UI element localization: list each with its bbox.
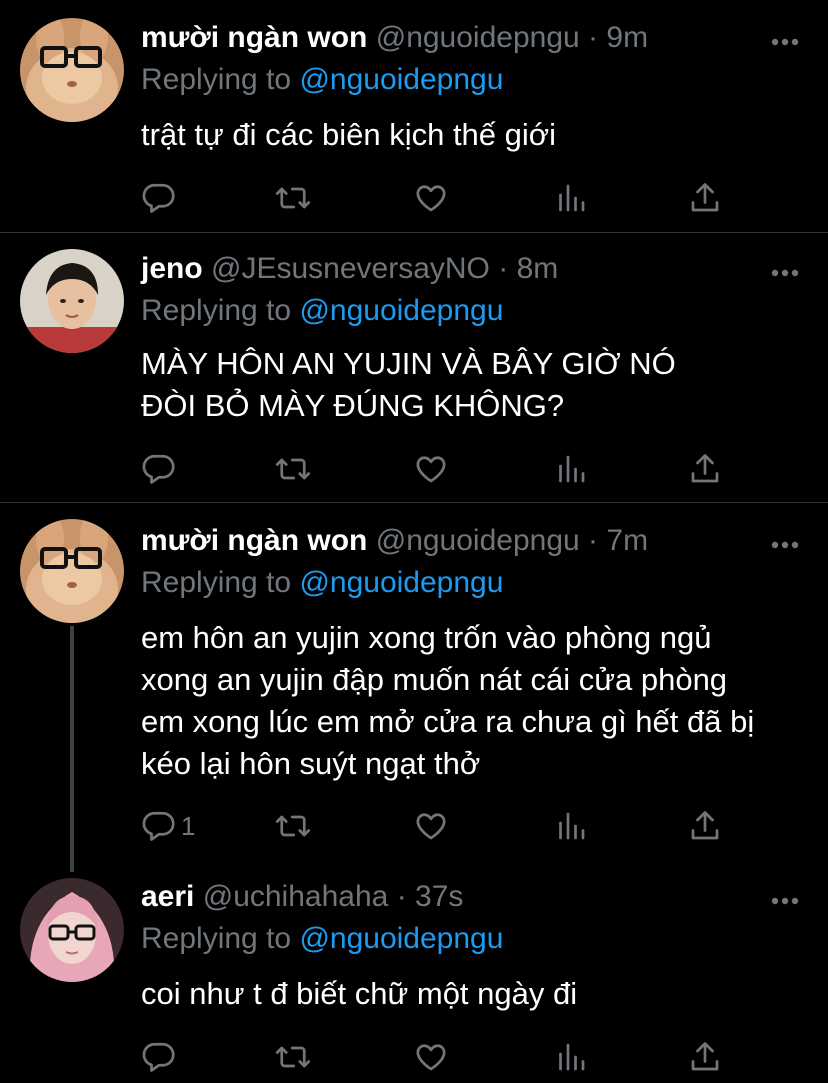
more-options-icon[interactable]: [770, 34, 800, 46]
analytics-icon: [553, 180, 589, 216]
share-button[interactable]: [687, 180, 723, 216]
timestamp[interactable]: 37s: [415, 880, 463, 913]
user-handle[interactable]: @nguoidepngu: [376, 524, 580, 557]
analytics-button[interactable]: [553, 808, 589, 844]
replying-to: Replying to @nguoidepngu: [141, 921, 503, 957]
user-handle[interactable]: @nguoidepngu: [376, 21, 580, 54]
analytics-button[interactable]: [553, 180, 589, 216]
tweet-text: coi như t đ biết chữ một ngày đi: [141, 976, 578, 1011]
reply-button[interactable]: [141, 180, 181, 216]
tweet-header: mười ngàn won @nguoidepngu · 9m: [141, 20, 648, 56]
like-button[interactable]: [413, 451, 449, 487]
reply-icon: [141, 1039, 177, 1075]
user-handle[interactable]: @uchihahaha: [203, 880, 389, 913]
share-button[interactable]: [687, 451, 723, 487]
heart-icon: [413, 1039, 449, 1075]
more-options-icon[interactable]: [770, 265, 800, 277]
reply-button[interactable]: [141, 1039, 181, 1075]
user-handle[interactable]: @JEsusneversayNO: [211, 252, 490, 285]
retweet-icon: [275, 180, 311, 216]
replying-to-handle[interactable]: @nguoidepngu: [299, 566, 503, 599]
tweet[interactable]: mười ngàn won @nguoidepngu · 7m Replying…: [0, 503, 828, 863]
reply-button[interactable]: [141, 451, 181, 487]
analytics-icon: [553, 1039, 589, 1075]
tweet-text: MÀY HÔN AN YUJIN VÀ BÂY GIỜ NÓ ĐÒI BỎ MÀ…: [141, 346, 676, 423]
more-options-icon[interactable]: [770, 537, 800, 549]
like-button[interactable]: [413, 1039, 449, 1075]
separator-dot: ·: [498, 252, 509, 285]
more-options-icon[interactable]: [770, 893, 800, 905]
heart-icon: [413, 808, 449, 844]
timestamp[interactable]: 9m: [606, 21, 648, 54]
tweet[interactable]: jeno @JEsusneversayNO · 8m Replying to @…: [0, 233, 828, 501]
replying-to-label: Replying to: [141, 63, 292, 96]
like-button[interactable]: [413, 808, 449, 844]
retweet-button[interactable]: [275, 1039, 311, 1075]
retweet-button[interactable]: [275, 808, 311, 844]
timestamp[interactable]: 7m: [606, 524, 648, 557]
separator-dot: ·: [396, 880, 407, 913]
tweet-actions: [141, 180, 721, 216]
replying-to: Replying to @nguoidepngu: [141, 62, 503, 98]
replying-to-label: Replying to: [141, 922, 292, 955]
avatar[interactable]: [20, 519, 124, 623]
share-icon: [687, 1039, 723, 1075]
tweet-text: trật tự đi các biên kịch thế giới: [141, 117, 556, 152]
reply-icon: [141, 451, 177, 487]
avatar[interactable]: [20, 18, 124, 122]
replying-to: Replying to @nguoidepngu: [141, 293, 503, 329]
analytics-button[interactable]: [553, 451, 589, 487]
share-button[interactable]: [687, 1039, 723, 1075]
replying-to-label: Replying to: [141, 566, 292, 599]
like-button[interactable]: [413, 180, 449, 216]
tweet-actions: [141, 451, 721, 487]
heart-icon: [413, 451, 449, 487]
tweet[interactable]: aeri @uchihahaha · 37s Replying to @nguo…: [0, 863, 828, 1083]
share-icon: [687, 451, 723, 487]
retweet-icon: [275, 1039, 311, 1075]
separator-dot: ·: [588, 524, 599, 557]
reply-count: 1: [181, 810, 196, 841]
share-icon: [687, 180, 723, 216]
reply-icon: [141, 180, 177, 216]
avatar[interactable]: [20, 878, 124, 982]
retweet-button[interactable]: [275, 180, 311, 216]
analytics-icon: [553, 451, 589, 487]
avatar[interactable]: [20, 249, 124, 353]
separator-dot: ·: [588, 21, 599, 54]
replying-to: Replying to @nguoidepngu: [141, 565, 503, 601]
retweet-icon: [275, 808, 311, 844]
display-name[interactable]: aeri: [141, 880, 194, 913]
tweet-header: mười ngàn won @nguoidepngu · 7m: [141, 523, 648, 559]
replying-to-handle[interactable]: @nguoidepngu: [299, 922, 503, 955]
tweet-header: aeri @uchihahaha · 37s: [141, 879, 463, 915]
retweet-icon: [275, 451, 311, 487]
timestamp[interactable]: 8m: [517, 252, 559, 285]
retweet-button[interactable]: [275, 451, 311, 487]
reply-icon: [141, 808, 177, 844]
tweet[interactable]: mười ngàn won @nguoidepngu · 9m Replying…: [0, 0, 828, 232]
display-name[interactable]: mười ngàn won: [141, 21, 367, 54]
replying-to-label: Replying to: [141, 294, 292, 327]
reply-button[interactable]: 1: [141, 808, 195, 844]
tweet-actions: 1: [141, 808, 721, 844]
heart-icon: [413, 180, 449, 216]
tweet-actions: [141, 1039, 721, 1075]
share-button[interactable]: [687, 808, 723, 844]
analytics-icon: [553, 808, 589, 844]
display-name[interactable]: jeno: [141, 252, 203, 285]
share-icon: [687, 808, 723, 844]
tweet-header: jeno @JEsusneversayNO · 8m: [141, 251, 558, 287]
tweet-text: em hôn an yujin xong trốn vào phòng ngủ …: [141, 620, 755, 781]
analytics-button[interactable]: [553, 1039, 589, 1075]
display-name[interactable]: mười ngàn won: [141, 524, 367, 557]
replying-to-handle[interactable]: @nguoidepngu: [299, 63, 503, 96]
replying-to-handle[interactable]: @nguoidepngu: [299, 294, 503, 327]
